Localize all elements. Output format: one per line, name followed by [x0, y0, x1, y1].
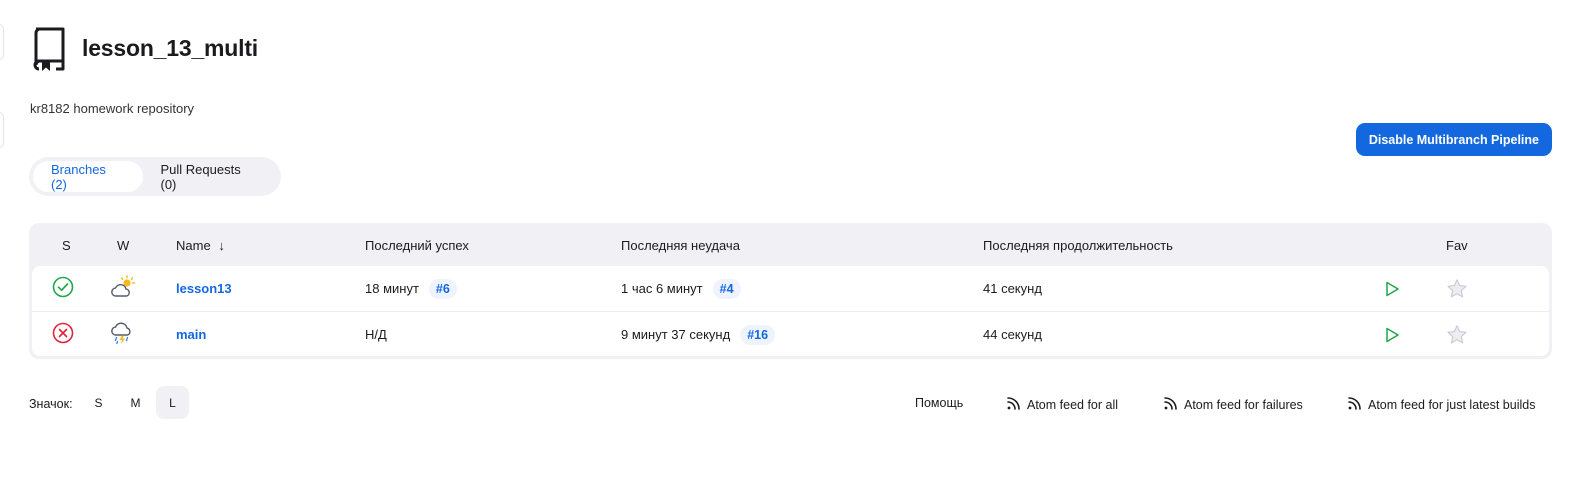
last-success-cell: Н/Д	[365, 312, 387, 356]
favorite-button[interactable]	[1445, 312, 1469, 356]
atom-feed-all-link[interactable]: Atom feed for all	[1006, 396, 1118, 414]
help-link[interactable]: Помощь	[915, 396, 963, 410]
atom-feed-latest-link[interactable]: Atom feed for just latest builds	[1347, 396, 1535, 414]
header-weather[interactable]: W	[117, 238, 129, 253]
run-build-button[interactable]	[1380, 266, 1404, 311]
disable-pipeline-button[interactable]: Disable Multibranch Pipeline	[1355, 123, 1552, 156]
last-failure-time: 9 минут 37 секунд	[621, 327, 731, 342]
last-failure-cell: 1 час 6 минут #4	[621, 266, 741, 311]
table-body: lesson13 18 минут #6 1 час 6 минут #4 41…	[32, 266, 1549, 356]
last-failure-cell: 9 минут 37 секунд #16	[621, 312, 776, 356]
tab-bar: Branches (2) Pull Requests (0)	[29, 157, 281, 196]
thunderstorm-icon	[110, 320, 136, 349]
last-success-time: Н/Д	[365, 327, 387, 342]
page-header: lesson_13_multi	[30, 24, 258, 72]
atom-feed-failures-link[interactable]: Atom feed for failures	[1163, 396, 1303, 414]
status-cell	[52, 312, 74, 356]
header-status[interactable]: S	[62, 238, 71, 253]
branch-link-main[interactable]: main	[176, 312, 206, 356]
header-last-success[interactable]: Последний успех	[365, 238, 469, 253]
tab-pull-requests[interactable]: Pull Requests (0)	[143, 161, 278, 192]
build-link[interactable]: #4	[712, 278, 741, 299]
atom-feed-latest-label: Atom feed for just latest builds	[1368, 398, 1536, 412]
sort-arrow-icon: ↓	[218, 238, 225, 253]
weather-cell	[110, 266, 136, 311]
rss-icon	[1163, 396, 1178, 414]
run-build-button[interactable]	[1380, 312, 1404, 356]
last-success-cell: 18 минут #6	[365, 266, 457, 311]
branches-table: S W Name ↓ Последний успех Последняя неу…	[29, 223, 1552, 359]
side-panel-edge-bottom	[0, 112, 4, 148]
play-icon	[1380, 277, 1404, 301]
play-icon	[1380, 323, 1404, 347]
last-duration: 44 секунд	[983, 327, 1042, 342]
failed-status-icon	[52, 322, 74, 347]
icon-size-m[interactable]: M	[119, 386, 152, 419]
star-icon	[1445, 277, 1469, 301]
table-footer: Значок: S M L Помощь Atom feed for all A…	[29, 386, 1544, 420]
rss-icon	[1347, 396, 1362, 414]
atom-feed-all-label: Atom feed for all	[1027, 398, 1119, 412]
icon-size-l[interactable]: L	[156, 386, 189, 419]
header-name-label: Name	[176, 238, 211, 253]
rss-icon	[1006, 396, 1021, 414]
weather-cell	[110, 312, 136, 356]
atom-feed-failures-label: Atom feed for failures	[1184, 398, 1303, 412]
build-link[interactable]: #6	[428, 278, 457, 299]
build-link[interactable]: #16	[740, 324, 776, 345]
tab-branches[interactable]: Branches (2)	[33, 161, 143, 192]
header-name[interactable]: Name ↓	[176, 238, 225, 253]
success-status-icon	[52, 276, 74, 301]
status-cell	[52, 266, 74, 311]
header-fav: Fav	[1446, 238, 1468, 253]
table-header: S W Name ↓ Последний успех Последняя неу…	[32, 223, 1549, 266]
page-title: lesson_13_multi	[82, 34, 258, 61]
icon-size-s[interactable]: S	[82, 386, 115, 419]
table-row: lesson13 18 минут #6 1 час 6 минут #4 41…	[32, 266, 1549, 311]
table-row: main Н/Д 9 минут 37 секунд #16 44 секунд	[32, 311, 1549, 356]
last-duration: 41 секунд	[983, 281, 1042, 296]
header-last-duration[interactable]: Последняя продолжительность	[983, 238, 1173, 253]
side-panel-edge-top	[0, 24, 4, 60]
repository-icon	[30, 24, 68, 72]
job-description: kr8182 homework repository	[30, 101, 195, 116]
star-icon	[1445, 323, 1469, 347]
partly-cloudy-icon	[110, 275, 136, 302]
last-failure-time: 1 час 6 минут	[621, 281, 703, 296]
icon-size-label: Значок:	[29, 397, 73, 411]
header-last-failure[interactable]: Последняя неудача	[621, 238, 740, 253]
branch-link-lesson13[interactable]: lesson13	[176, 266, 232, 311]
favorite-button[interactable]	[1445, 266, 1469, 311]
last-success-time: 18 минут	[365, 281, 419, 296]
